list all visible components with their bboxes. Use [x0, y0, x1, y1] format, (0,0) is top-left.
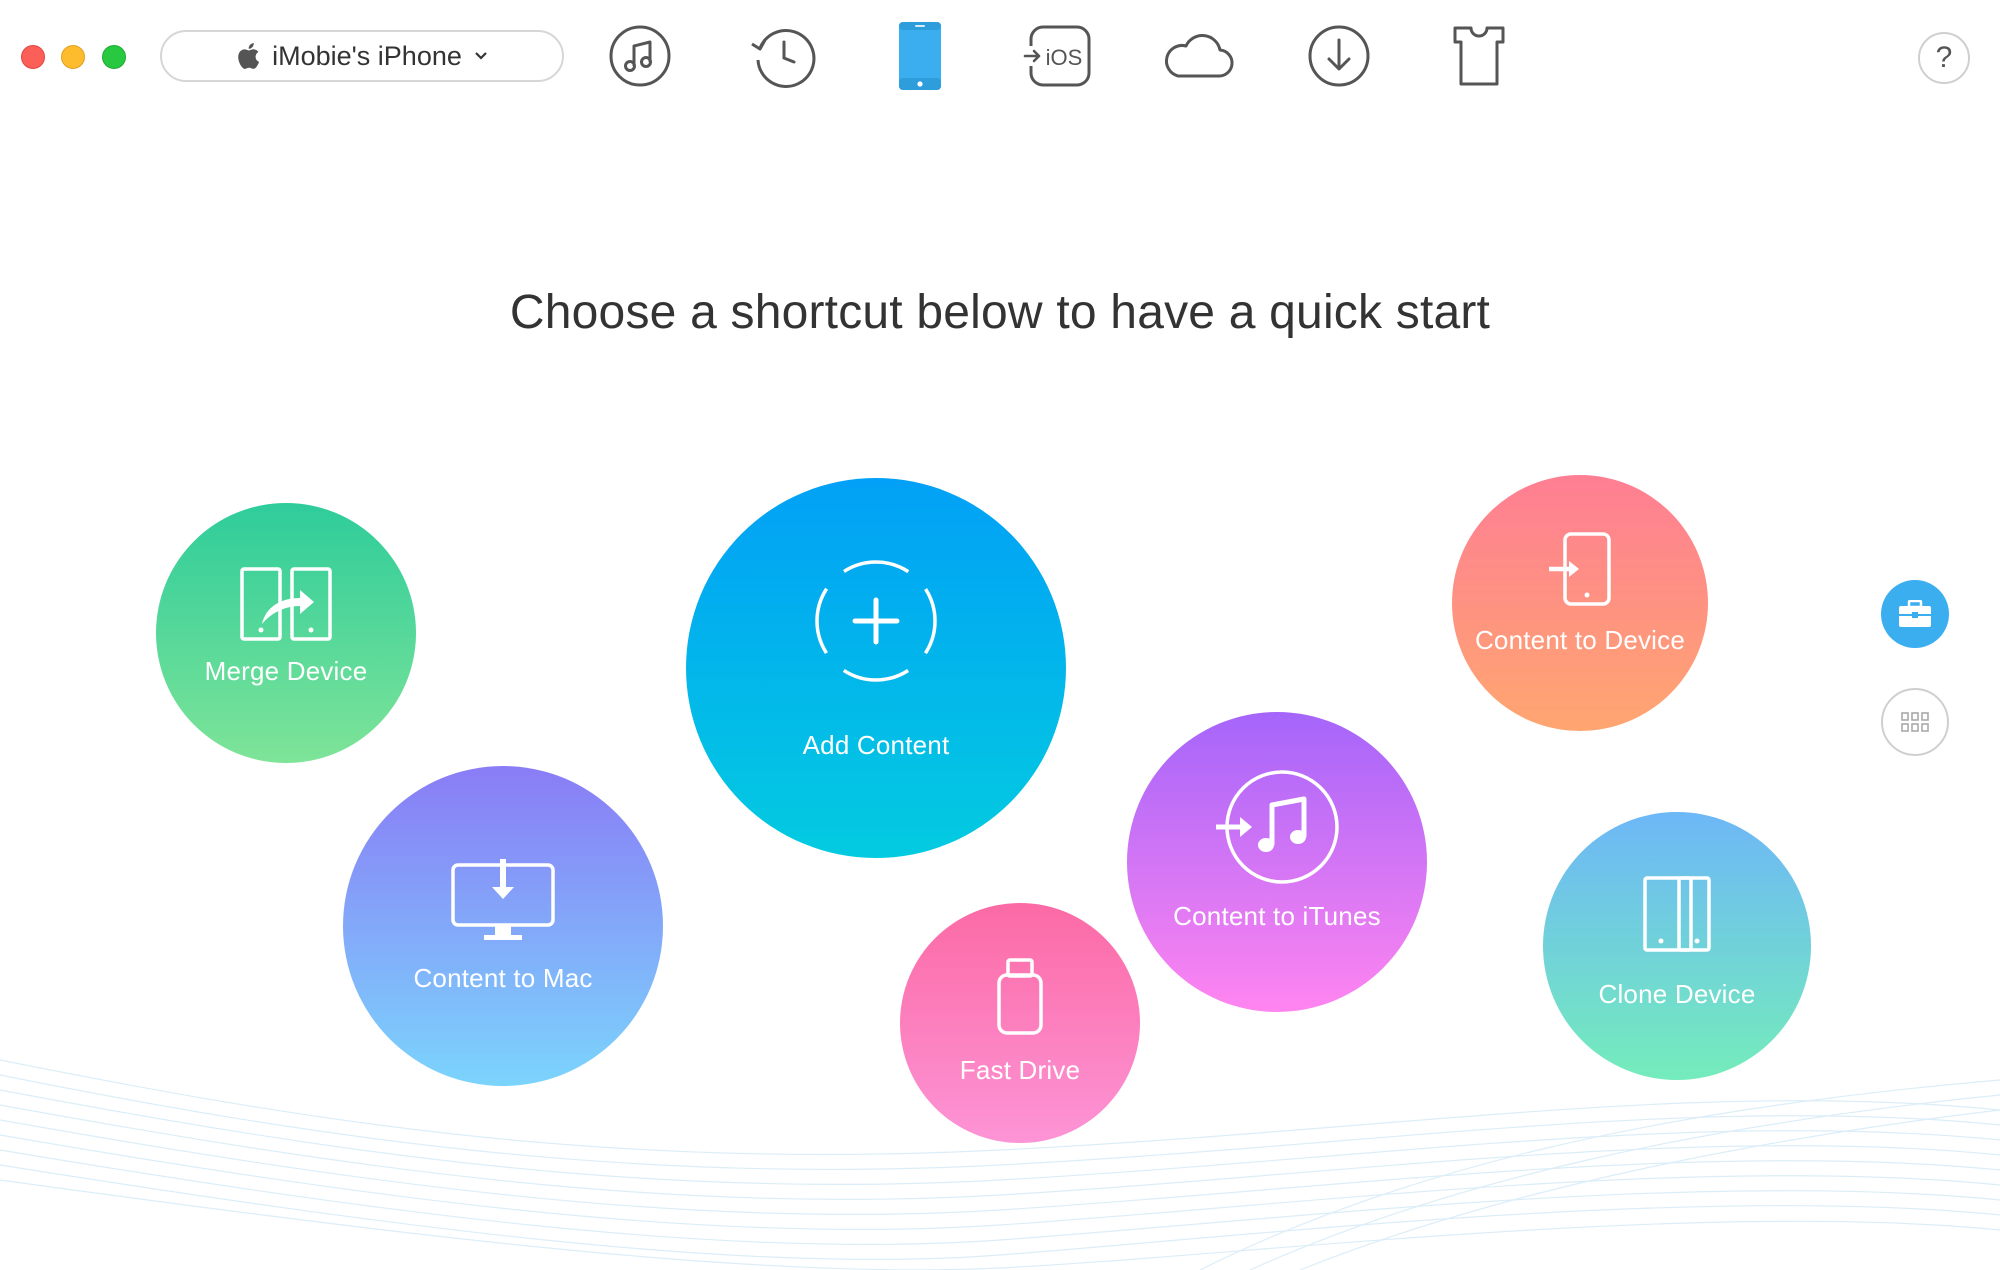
shortcut-content-to-device[interactable]: Content to Device	[1452, 475, 1708, 731]
shortcut-label: Fast Drive	[959, 1054, 1081, 1085]
usb-drive-icon	[997, 957, 1043, 1035]
toolbar-download-button[interactable]	[1303, 20, 1375, 92]
music-icon	[609, 25, 671, 87]
toolbar-history-button[interactable]	[746, 20, 818, 92]
shortcut-label: Add Content	[802, 729, 950, 760]
device-selector[interactable]: iMobie's iPhone	[160, 30, 564, 82]
help-button[interactable]: ?	[1918, 32, 1970, 84]
itunes-import-icon	[1216, 769, 1339, 884]
shortcut-content-to-mac[interactable]: Content to Mac	[343, 766, 663, 1086]
shortcut-clone-device[interactable]: Clone Device	[1543, 812, 1811, 1080]
chevron-down-icon	[475, 52, 487, 60]
shortcut-label: Clone Device	[1598, 978, 1756, 1009]
monitor-download-icon	[451, 858, 555, 940]
toolbar-device-button[interactable]	[884, 20, 956, 92]
svg-text:iOS: iOS	[1046, 45, 1083, 70]
grid-icon	[1901, 712, 1929, 732]
shortcut-content-to-itunes[interactable]: Content to iTunes	[1127, 712, 1427, 1012]
toolbar-ios-mover-button[interactable]: iOS	[1022, 20, 1094, 92]
shortcut-label: Merge Device	[204, 655, 368, 686]
add-content-icon	[815, 559, 937, 682]
page-headline: Choose a shortcut below to have a quick …	[509, 286, 1491, 339]
shortcut-add-content[interactable]: Add Content	[686, 478, 1066, 858]
apple-icon	[238, 43, 260, 69]
device-name: iMobie's iPhone	[272, 40, 462, 71]
toolbox-icon	[1899, 600, 1931, 627]
grid-view-button[interactable]	[1881, 688, 1949, 756]
shirt-icon	[1453, 26, 1505, 86]
ios-import-icon: iOS	[1023, 25, 1091, 87]
zoom-window-button[interactable]	[102, 45, 126, 69]
shortcut-merge-device[interactable]: Merge Device	[156, 503, 416, 763]
merge-device-icon	[240, 566, 332, 641]
toolbar-ringtone-button[interactable]	[1443, 20, 1515, 92]
shortcut-label: Content to Mac	[413, 962, 593, 993]
shortcut-label: Content to iTunes	[1173, 900, 1381, 931]
iphone-icon	[899, 22, 941, 90]
minimize-window-button[interactable]	[61, 45, 85, 69]
clone-device-icon	[1643, 875, 1711, 952]
device-import-icon	[1549, 531, 1611, 606]
toolbar-icloud-button[interactable]	[1162, 20, 1234, 92]
shortcut-fast-drive[interactable]: Fast Drive	[900, 903, 1140, 1143]
shortcut-label: Content to Device	[1474, 624, 1686, 655]
history-icon	[751, 29, 816, 88]
download-icon	[1308, 25, 1370, 87]
cloud-icon	[1165, 34, 1234, 78]
toolbar-music-button[interactable]	[604, 20, 676, 92]
close-window-button[interactable]	[21, 45, 45, 69]
help-label: ?	[1935, 41, 1953, 74]
toolbar: iMobie's iPhone iOS ?	[0, 0, 2000, 115]
toolkit-view-button[interactable]	[1881, 580, 1949, 648]
